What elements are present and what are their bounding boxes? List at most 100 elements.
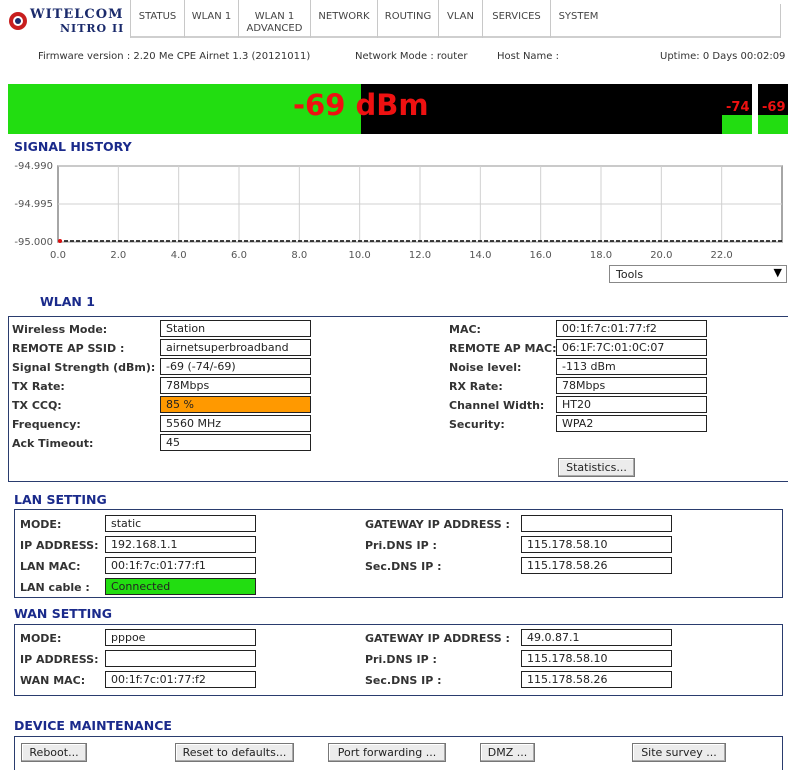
- x-tick-label: 20.0: [650, 250, 672, 261]
- logo-subtext: NITRO II: [60, 22, 125, 35]
- wan-section-title: WAN SETTING: [14, 606, 112, 621]
- nav-item-vlan[interactable]: VLAN: [438, 0, 482, 38]
- network-mode-label: Network Mode :: [355, 51, 434, 62]
- wlan-section-title: WLAN 1: [40, 294, 95, 309]
- y-tick-label: -94.995: [14, 199, 53, 210]
- reboot-button[interactable]: Reboot...: [21, 743, 87, 762]
- nav-item-network[interactable]: NETWORK: [310, 0, 377, 38]
- site-survey-button[interactable]: Site survey ...: [632, 743, 726, 762]
- lan-pri-dns-ip-field[interactable]: 115.178.58.10: [521, 536, 672, 553]
- wlan-rx-rate-label: RX Rate:: [449, 380, 503, 393]
- x-tick-label: 16.0: [530, 250, 552, 261]
- wan-pri-dns-ip-label: Pri.DNS IP :: [365, 653, 437, 666]
- x-tick-label: 4.0: [171, 250, 187, 261]
- signal-chain1-meter: -74: [722, 84, 752, 134]
- wlan-mac-label: MAC:: [449, 323, 481, 336]
- lan-ip-address-field[interactable]: 192.168.1.1: [105, 536, 256, 553]
- x-tick-label: 10.0: [349, 250, 371, 261]
- lan-lan-cable-label: LAN cable :: [20, 581, 90, 594]
- nav-item-label: WLAN 1: [254, 11, 295, 22]
- y-tick-label: -94.990: [14, 161, 53, 172]
- dmz-button[interactable]: DMZ ...: [480, 743, 535, 762]
- signal-chain1-fill: [722, 115, 752, 134]
- wan-wan-mac-field[interactable]: 00:1f:7c:01:77:f2: [105, 671, 256, 688]
- wlan-ack-timeout-label: Ack Timeout:: [12, 437, 94, 450]
- wlan-signal-strength-dbm-label: Signal Strength (dBm):: [12, 361, 156, 374]
- reset-to-defaults-button[interactable]: Reset to defaults...: [175, 743, 294, 762]
- lan-lan-mac-field[interactable]: 00:1f:7c:01:77:f1: [105, 557, 256, 574]
- network-mode-value: router: [436, 51, 468, 62]
- wlan-tx-ccq-label: TX CCQ:: [12, 399, 62, 412]
- wan-wan-mac-label: WAN MAC:: [20, 674, 86, 687]
- tools-select-value: Tools: [616, 268, 644, 281]
- wan-gateway-ip-address-label: GATEWAY IP ADDRESS :: [365, 632, 510, 645]
- wlan-frequency-label: Frequency:: [12, 418, 81, 431]
- lan-gateway-ip-address-label: GATEWAY IP ADDRESS :: [365, 518, 510, 531]
- statistics-button[interactable]: Statistics...: [558, 458, 635, 477]
- wlan-security-field[interactable]: WPA2: [556, 415, 707, 432]
- nav-divider: [780, 4, 781, 38]
- signal-series-point: [58, 239, 62, 243]
- nav-item-label: STATUS: [138, 11, 177, 22]
- wan-pri-dns-ip-field[interactable]: 115.178.58.10: [521, 650, 672, 667]
- nav-item-status[interactable]: STATUS: [130, 0, 184, 38]
- lan-gateway-ip-address-field[interactable]: [521, 515, 672, 532]
- wan-gateway-ip-address-field[interactable]: 49.0.87.1: [521, 629, 672, 646]
- wlan-tx-rate-label: TX Rate:: [12, 380, 65, 393]
- wlan-frequency-field[interactable]: 5560 MHz: [160, 415, 311, 432]
- tools-select[interactable]: Tools ▼: [609, 265, 787, 283]
- lan-section-title: LAN SETTING: [14, 492, 107, 507]
- wlan-remote-ap-mac-label: REMOTE AP MAC:: [449, 342, 557, 355]
- nav-item-system[interactable]: SYSTEM: [550, 0, 606, 38]
- host-name-info: Host Name :: [497, 51, 559, 62]
- port-forwarding-button[interactable]: Port forwarding ...: [328, 743, 446, 762]
- x-tick-label: 22.0: [711, 250, 733, 261]
- signal-meter: -69 dBm -74 -69: [8, 84, 788, 134]
- firmware-info: Firmware version : 2.20 Me CPE Airnet 1.…: [38, 51, 310, 62]
- wlan-wireless-mode-field[interactable]: Station: [160, 320, 311, 337]
- signal-chain2-value: -69: [762, 100, 786, 115]
- wlan-remote-ap-ssid-field[interactable]: airnetsuperbroadband: [160, 339, 311, 356]
- wlan-noise-level-field[interactable]: -113 dBm: [556, 358, 707, 375]
- x-tick-label: 2.0: [110, 250, 126, 261]
- firmware-label: Firmware version :: [38, 51, 131, 62]
- wlan-tx-rate-field[interactable]: 78Mbps: [160, 377, 311, 394]
- firmware-value: 2.20 Me CPE Airnet 1.3 (20121011): [133, 51, 311, 62]
- nav-item-sublabel: ADVANCED: [246, 23, 303, 34]
- signal-meter-value: -69 dBm: [293, 88, 429, 122]
- wlan-wireless-mode-label: Wireless Mode:: [12, 323, 108, 336]
- nav-item-label: VLAN: [447, 11, 474, 22]
- nav-item-wlan-1-advanced[interactable]: WLAN 1 ADVANCED: [238, 0, 310, 38]
- lan-ip-address-label: IP ADDRESS:: [20, 539, 99, 552]
- nav-item-routing[interactable]: ROUTING: [377, 0, 438, 38]
- lan-sec-dns-ip-field[interactable]: 115.178.58.26: [521, 557, 672, 574]
- wan-ip-address-field[interactable]: [105, 650, 256, 667]
- wlan-channel-width-field[interactable]: HT20: [556, 396, 707, 413]
- wlan-tx-ccq-field[interactable]: 85 %: [160, 396, 311, 413]
- wlan-ack-timeout-field[interactable]: 45: [160, 434, 311, 451]
- maintenance-section-title: DEVICE MAINTENANCE: [14, 718, 172, 733]
- nav-item-services[interactable]: SERVICES: [482, 0, 550, 38]
- wlan-security-label: Security:: [449, 418, 505, 431]
- wlan-remote-ap-ssid-label: REMOTE AP SSID :: [12, 342, 125, 355]
- host-name-label: Host Name :: [497, 51, 559, 62]
- wan-mode-field[interactable]: pppoe: [105, 629, 256, 646]
- network-mode-info: Network Mode : router: [355, 51, 467, 62]
- signal-chain2-meter: -69: [758, 84, 788, 134]
- wan-sec-dns-ip-label: Sec.DNS IP :: [365, 674, 442, 687]
- nav-item-label: NETWORK: [318, 11, 370, 22]
- wan-sec-dns-ip-field[interactable]: 115.178.58.26: [521, 671, 672, 688]
- nav-item-wlan-1[interactable]: WLAN 1: [184, 0, 238, 38]
- signal-history-chart: -94.990 -94.995 -95.000 0.0 2.0 4.0 6.0 8.0 10.0…: [14, 161, 783, 261]
- lan-mode-field[interactable]: static: [105, 515, 256, 532]
- signal-history-title: SIGNAL HISTORY: [14, 139, 132, 154]
- uptime-value: 0 Days 00:02:09: [702, 51, 786, 62]
- wlan-signal-strength-dbm-field[interactable]: -69 (-74/-69): [160, 358, 311, 375]
- x-tick-label: 14.0: [469, 250, 491, 261]
- wlan-remote-ap-mac-field[interactable]: 06:1F:7C:01:0C:07: [556, 339, 707, 356]
- wlan-mac-field[interactable]: 00:1f:7c:01:77:f2: [556, 320, 707, 337]
- wlan-rx-rate-field[interactable]: 78Mbps: [556, 377, 707, 394]
- lan-lan-cable-field[interactable]: Connected: [105, 578, 256, 595]
- lan-lan-mac-label: LAN MAC:: [20, 560, 81, 573]
- y-tick-label: -95.000: [14, 237, 53, 248]
